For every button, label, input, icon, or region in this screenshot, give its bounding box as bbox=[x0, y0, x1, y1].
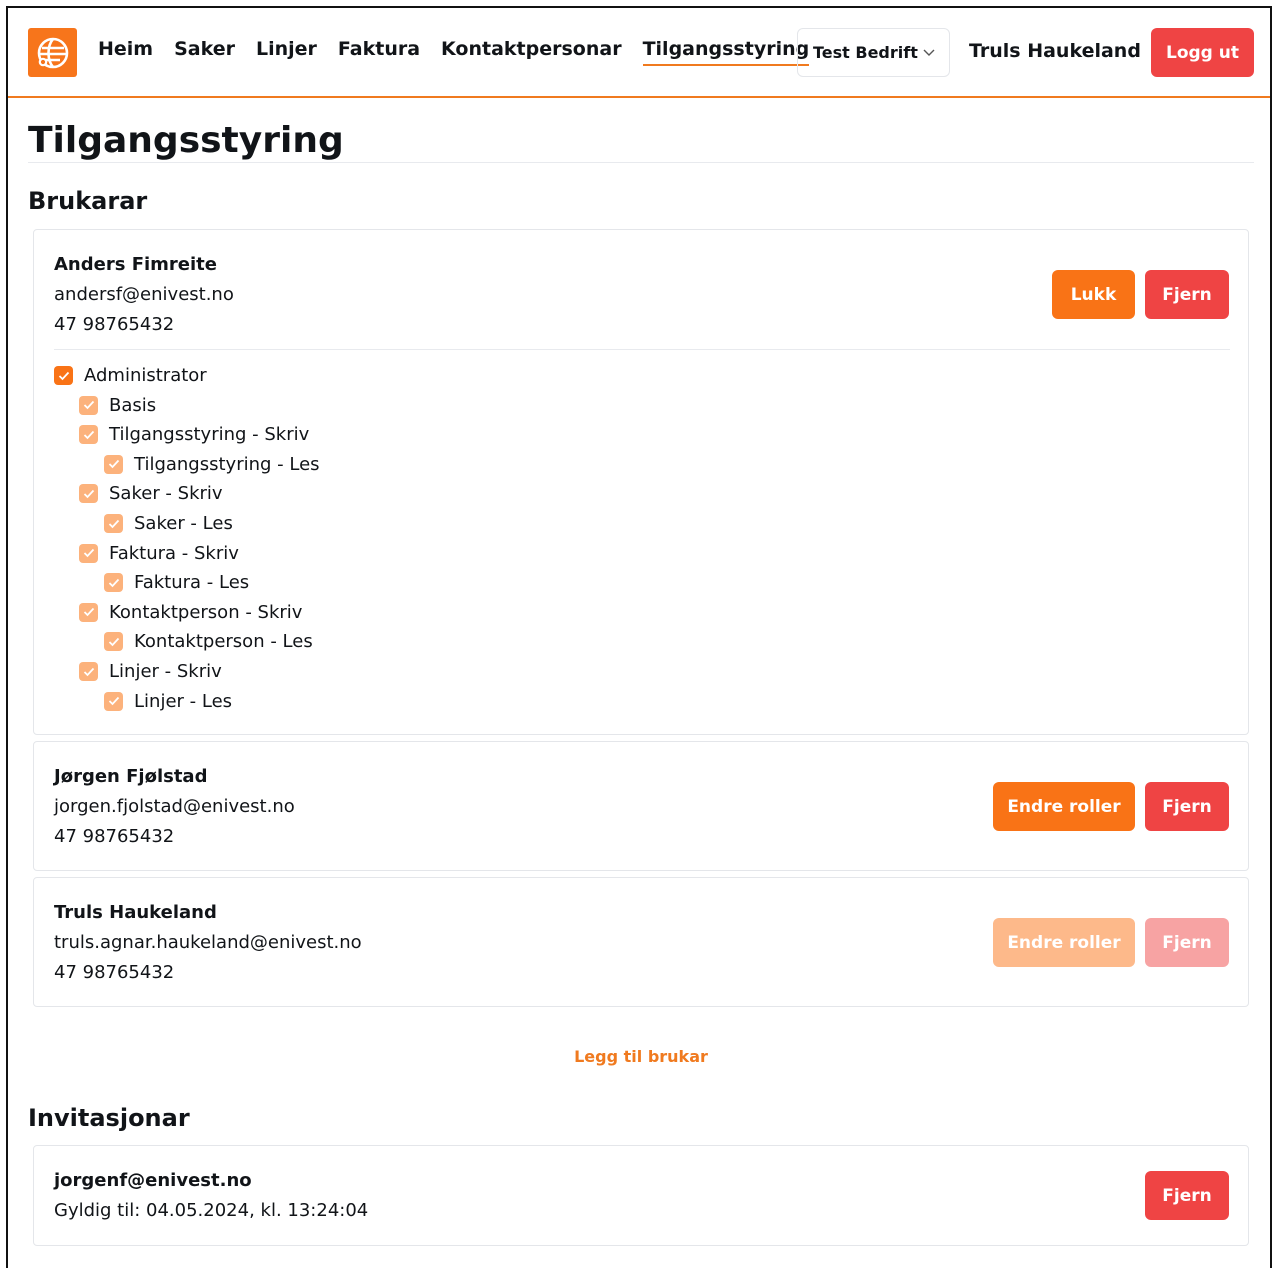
remove-user-button[interactable]: Fjern bbox=[1145, 270, 1229, 319]
user-card-anders: Anders Fimreite andersf@enivest.no 47 98… bbox=[33, 229, 1249, 735]
remove-user-button[interactable]: Fjern bbox=[1145, 782, 1229, 831]
invitation-email: jorgenf@enivest.no bbox=[54, 1170, 252, 1191]
role-option: Kontaktperson - Skriv bbox=[79, 602, 302, 623]
checkbox-checked-icon[interactable] bbox=[104, 632, 123, 652]
user-email: jorgen.fjolstad@enivest.no bbox=[54, 796, 295, 817]
chevron-down-icon bbox=[923, 47, 935, 59]
user-email: truls.agnar.haukeland@enivest.no bbox=[54, 932, 362, 953]
checkbox-checked-icon[interactable] bbox=[79, 602, 98, 622]
app-frame: Heim Saker Linjer Faktura Kontaktpersona… bbox=[6, 6, 1272, 1268]
role-option: Kontaktperson - Les bbox=[104, 631, 313, 652]
remove-invitation-button[interactable]: Fjern bbox=[1145, 1171, 1229, 1220]
checkbox-checked-icon[interactable] bbox=[79, 662, 98, 681]
invitations-heading: Invitasjonar bbox=[28, 1104, 190, 1132]
title-divider bbox=[28, 162, 1254, 163]
role-label: Faktura - Les bbox=[134, 572, 250, 594]
role-label: Linjer - Les bbox=[134, 690, 233, 712]
nav-linjer[interactable]: Linjer bbox=[256, 38, 317, 66]
user-phone: 47 98765432 bbox=[54, 314, 175, 335]
role-label: Faktura - Skriv bbox=[109, 542, 239, 564]
nav-saker[interactable]: Saker bbox=[174, 38, 235, 66]
role-option: Linjer - Skriv bbox=[79, 661, 222, 682]
edit-roles-button-disabled: Endre roller bbox=[993, 918, 1135, 967]
checkbox-checked-icon[interactable] bbox=[104, 514, 123, 533]
user-name: Jørgen Fjølstad bbox=[54, 766, 208, 787]
invitation-valid-until: Gyldig til: 04.05.2024, kl. 13:24:04 bbox=[54, 1200, 369, 1221]
remove-user-button-disabled: Fjern bbox=[1145, 918, 1229, 967]
role-option: Linjer - Les bbox=[104, 691, 232, 712]
user-card-truls: Truls Haukeland truls.agnar.haukeland@en… bbox=[33, 877, 1249, 1007]
close-roles-button[interactable]: Lukk bbox=[1052, 270, 1135, 319]
company-select[interactable]: Test Bedrift bbox=[797, 28, 950, 77]
role-option: Faktura - Les bbox=[104, 572, 249, 593]
users-heading: Brukarar bbox=[28, 187, 148, 215]
role-label: Tilgangsstyring - Les bbox=[134, 453, 320, 475]
checkbox-checked-icon[interactable] bbox=[79, 425, 98, 445]
main-nav: Heim Saker Linjer Faktura Kontaktpersona… bbox=[98, 38, 830, 66]
company-logo-icon[interactable] bbox=[28, 28, 77, 77]
checkbox-checked-icon[interactable] bbox=[54, 366, 73, 385]
role-option: Tilgangsstyring - Les bbox=[104, 454, 320, 475]
nav-kontaktpersonar[interactable]: Kontaktpersonar bbox=[441, 38, 622, 66]
checkbox-checked-icon[interactable] bbox=[79, 484, 98, 504]
user-card-jorgen: Jørgen Fjølstad jorgen.fjolstad@enivest.… bbox=[33, 741, 1249, 871]
role-option: Saker - Les bbox=[104, 513, 233, 534]
user-phone: 47 98765432 bbox=[54, 826, 175, 847]
nav-tilgangsstyring[interactable]: Tilgangsstyring bbox=[642, 38, 810, 66]
edit-roles-button[interactable]: Endre roller bbox=[993, 782, 1135, 831]
role-label: Basis bbox=[109, 394, 157, 416]
role-label: Saker - Skriv bbox=[109, 483, 223, 505]
company-select-label: Test Bedrift bbox=[813, 43, 918, 62]
checkbox-checked-icon[interactable] bbox=[104, 454, 123, 474]
add-user-link[interactable]: Legg til brukar bbox=[8, 1047, 1274, 1066]
user-email: andersf@enivest.no bbox=[54, 284, 234, 305]
role-label: Kontaktperson - Skriv bbox=[109, 601, 303, 623]
role-label: Administrator bbox=[84, 365, 207, 386]
checkbox-checked-icon[interactable] bbox=[104, 573, 123, 593]
role-option: Tilgangsstyring - Skriv bbox=[79, 424, 309, 445]
role-label: Saker - Les bbox=[134, 513, 233, 534]
nav-heim[interactable]: Heim bbox=[98, 38, 153, 66]
user-phone: 47 98765432 bbox=[54, 962, 175, 983]
nav-faktura[interactable]: Faktura bbox=[338, 38, 420, 66]
role-label: Tilgangsstyring - Skriv bbox=[109, 424, 310, 446]
user-name: Truls Haukeland bbox=[54, 902, 217, 923]
card-divider bbox=[54, 349, 1230, 350]
user-name: Anders Fimreite bbox=[54, 254, 217, 275]
role-option: Basis bbox=[79, 395, 156, 416]
role-label: Linjer - Skriv bbox=[109, 661, 222, 682]
page-title: Tilgangsstyring bbox=[28, 120, 344, 161]
checkbox-checked-icon[interactable] bbox=[79, 543, 98, 563]
role-label: Kontaktperson - Les bbox=[134, 631, 313, 653]
invitation-card: jorgenf@enivest.no Gyldig til: 04.05.202… bbox=[33, 1145, 1249, 1246]
current-user-name: Truls Haukeland bbox=[969, 40, 1141, 62]
logout-button[interactable]: Logg ut bbox=[1151, 28, 1254, 77]
checkbox-checked-icon[interactable] bbox=[104, 691, 123, 711]
role-option: Saker - Skriv bbox=[79, 483, 223, 504]
checkbox-checked-icon[interactable] bbox=[79, 395, 98, 415]
globe-icon bbox=[37, 37, 68, 68]
role-option: Faktura - Skriv bbox=[79, 543, 239, 564]
role-option: Administrator bbox=[54, 365, 207, 386]
top-header: Heim Saker Linjer Faktura Kontaktpersona… bbox=[8, 8, 1270, 98]
